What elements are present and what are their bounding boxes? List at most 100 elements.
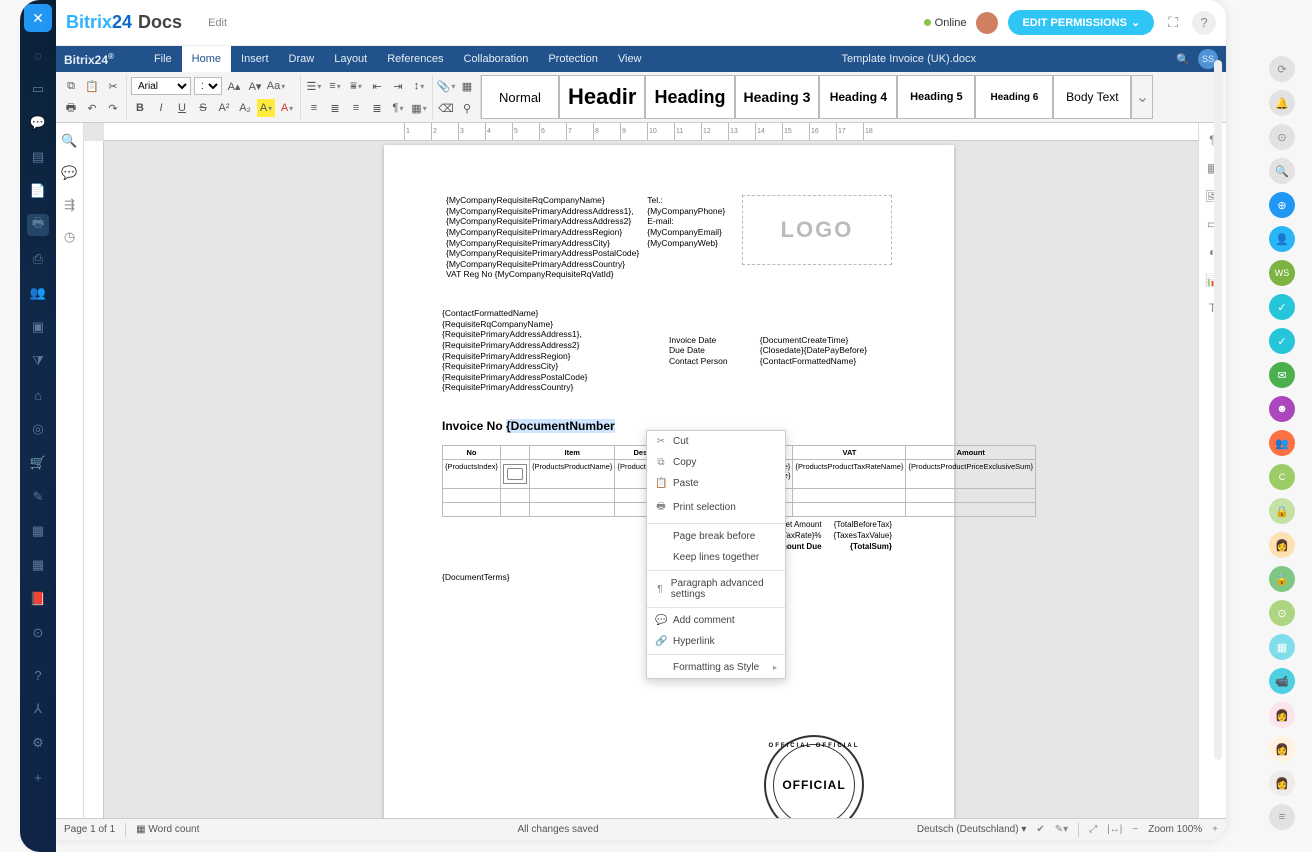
nav-icon[interactable]: ⊙ <box>27 622 49 644</box>
horizontal-ruler[interactable]: 123456789101112131415161718 <box>104 123 1198 141</box>
highlight-icon[interactable]: A▾ <box>257 99 275 117</box>
page-indicator[interactable]: Page 1 of 1 <box>64 824 115 835</box>
sitemap-icon[interactable]: ⅄ <box>27 698 49 720</box>
presence-avatar[interactable]: ✓ <box>1269 328 1295 354</box>
nav-icon[interactable]: ▣ <box>27 316 49 338</box>
presence-avatar[interactable]: C <box>1269 464 1295 490</box>
copy-icon[interactable]: ⧉ <box>62 77 80 95</box>
redo-icon[interactable]: ↷ <box>104 99 122 117</box>
changecase-icon[interactable]: Aa▾ <box>267 77 285 95</box>
nonprinting-icon[interactable]: ¶▾ <box>389 99 407 117</box>
nav-icon[interactable]: 📕 <box>27 588 49 610</box>
edit-link[interactable]: Edit <box>208 17 227 29</box>
decrease-font-icon[interactable]: A▾ <box>246 77 264 95</box>
tool-icon[interactable]: ⟳ <box>1269 56 1295 82</box>
close-icon[interactable]: ✕ <box>24 4 52 32</box>
nav-icon[interactable]: ▦ <box>27 520 49 542</box>
style-heading5[interactable]: Heading 5 <box>897 75 975 119</box>
undo-icon[interactable]: ↶ <box>83 99 101 117</box>
print-icon[interactable]: 🖶 <box>62 99 80 117</box>
ctx-keep-lines[interactable]: Keep lines together <box>647 547 785 568</box>
nav-icon[interactable]: 👥 <box>27 282 49 304</box>
edit-permissions-button[interactable]: EDIT PERMISSIONS⌄ <box>1008 10 1154 35</box>
nav-icon[interactable]: ⧩ <box>27 350 49 372</box>
spellcheck-icon[interactable]: ✔ <box>1036 824 1044 835</box>
menu-file[interactable]: File <box>144 46 182 72</box>
trackchanges-icon[interactable]: ✎▾ <box>1055 824 1068 835</box>
fontcolor-icon[interactable]: A▾ <box>278 99 296 117</box>
fit-icon[interactable]: ⤢ <box>1089 824 1097 835</box>
font-select[interactable]: Arial <box>131 77 191 95</box>
outdent-icon[interactable]: ⇤ <box>368 77 386 95</box>
menu-view[interactable]: View <box>608 46 652 72</box>
ctx-hyperlink[interactable]: 🔗Hyperlink <box>647 631 785 652</box>
presence-avatar[interactable]: 👩 <box>1269 736 1295 762</box>
headings-icon[interactable]: ⇶ <box>64 197 75 213</box>
shading-icon[interactable]: ▦▾ <box>410 99 428 117</box>
presence-avatar[interactable]: ☻ <box>1269 396 1295 422</box>
style-heading6[interactable]: Heading 6 <box>975 75 1053 119</box>
bell-icon[interactable]: 🔔 <box>1269 90 1295 116</box>
nav-icon[interactable]: ▤ <box>27 146 49 168</box>
superscript-icon[interactable]: A² <box>215 99 233 117</box>
menu-references[interactable]: References <box>377 46 453 72</box>
nav-icon[interactable]: ◎ <box>27 418 49 440</box>
presence-avatar[interactable]: 👥 <box>1269 430 1295 456</box>
style-bodytext[interactable]: Body Text <box>1053 75 1131 119</box>
vertical-scrollbar[interactable] <box>1214 60 1222 760</box>
presence-avatar[interactable]: ▦ <box>1269 634 1295 660</box>
style-heading3[interactable]: Heading 3 <box>735 75 820 119</box>
vertical-ruler[interactable] <box>84 141 104 819</box>
nav-icon[interactable]: ◌ <box>27 44 49 66</box>
word-count[interactable]: ▦ Word count <box>136 824 199 835</box>
presence-avatar[interactable]: ✓ <box>1269 294 1295 320</box>
linespacing-icon[interactable]: ↕▾ <box>410 77 428 95</box>
strike-icon[interactable]: S <box>194 99 212 117</box>
presence-avatar[interactable]: 📹 <box>1269 668 1295 694</box>
menu-draw[interactable]: Draw <box>279 46 325 72</box>
nav-icon[interactable]: ▭ <box>27 78 49 100</box>
plus-icon[interactable]: + <box>27 766 49 788</box>
search-icon[interactable]: 🔍 <box>61 133 77 149</box>
style-heading2[interactable]: Heading <box>645 75 734 119</box>
align-left-icon[interactable]: ≡ <box>305 99 323 117</box>
search-icon[interactable]: 🔍 <box>1269 158 1295 184</box>
fontsize-select[interactable]: 12 <box>194 77 222 95</box>
nav-icon[interactable]: ▦ <box>27 554 49 576</box>
ctx-print-selection[interactable]: 🖶Print selection <box>647 494 785 521</box>
presence-avatar[interactable]: 👩 <box>1269 702 1295 728</box>
italic-icon[interactable]: I <box>152 99 170 117</box>
menu-collaboration[interactable]: Collaboration <box>454 46 539 72</box>
insert-icon[interactable]: 📎▾ <box>437 77 455 95</box>
presence-avatar[interactable]: ⊙ <box>1269 600 1295 626</box>
menu-insert[interactable]: Insert <box>231 46 279 72</box>
increase-font-icon[interactable]: A▴ <box>225 77 243 95</box>
nav-icon[interactable]: ⌂ <box>27 384 49 406</box>
underline-icon[interactable]: U <box>173 99 191 117</box>
bold-icon[interactable]: B <box>131 99 149 117</box>
menu-protection[interactable]: Protection <box>538 46 608 72</box>
help-icon[interactable]: ? <box>1192 11 1216 35</box>
clock-icon[interactable]: ◷ <box>64 229 75 245</box>
menu-icon[interactable]: ≡ <box>1269 804 1295 830</box>
cut-icon[interactable]: ✂ <box>104 77 122 95</box>
nav-icon[interactable]: 📄 <box>27 180 49 202</box>
avatar[interactable] <box>976 12 998 34</box>
style-normal[interactable]: Normal <box>481 75 559 119</box>
presence-avatar[interactable]: 🔒 <box>1269 566 1295 592</box>
style-heading4[interactable]: Heading 4 <box>819 75 897 119</box>
nav-icon[interactable]: ✎ <box>27 486 49 508</box>
numbering-icon[interactable]: ≡▾ <box>326 77 344 95</box>
presence-avatar[interactable]: 🔒 <box>1269 498 1295 524</box>
help-icon[interactable]: ? <box>27 664 49 686</box>
menu-layout[interactable]: Layout <box>324 46 377 72</box>
ctx-cut[interactable]: ✂Cut <box>647 431 785 452</box>
presence-avatar[interactable]: 👩 <box>1269 532 1295 558</box>
ctx-page-break[interactable]: Page break before <box>647 526 785 547</box>
subscript-icon[interactable]: A₂ <box>236 99 254 117</box>
multilevel-icon[interactable]: ⩸▾ <box>347 77 365 95</box>
presence-avatar[interactable]: 👩 <box>1269 770 1295 796</box>
fit-width-icon[interactable]: |↔| <box>1107 824 1122 835</box>
nav-icon[interactable]: 🛒 <box>27 452 49 474</box>
zoom-in-icon[interactable]: + <box>1212 824 1218 835</box>
